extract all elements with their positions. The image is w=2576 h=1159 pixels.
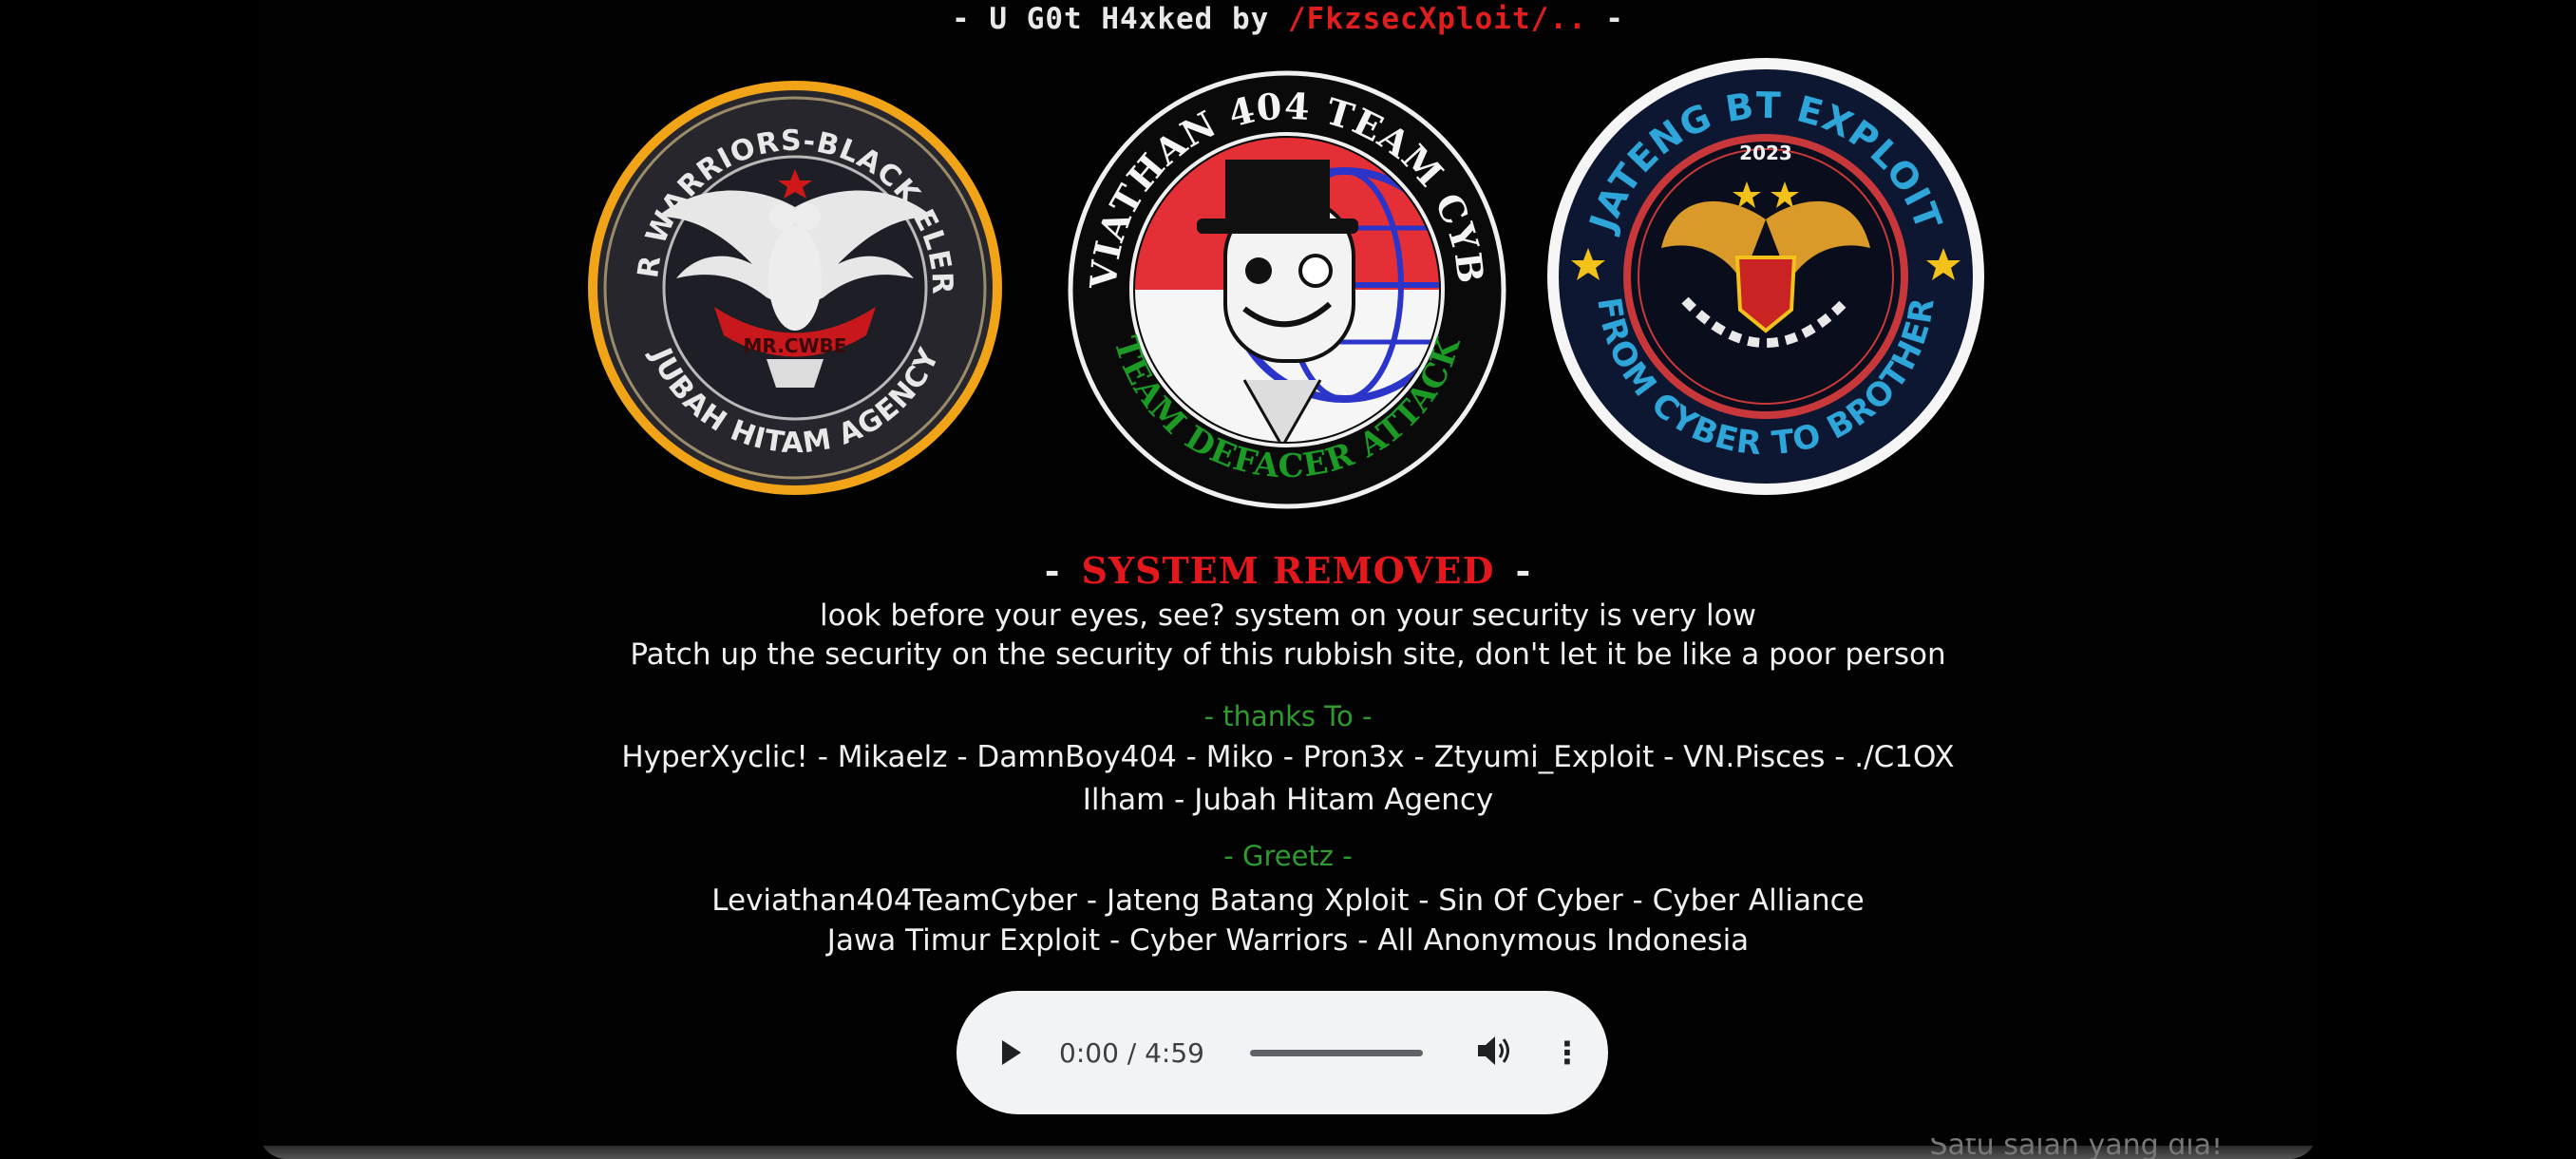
- audio-player[interactable]: 0:00 / 4:59 ⋮: [957, 991, 1608, 1114]
- headline-dash-right: -: [1515, 549, 1532, 592]
- greetz-heading: - Greetz -: [1223, 840, 1353, 872]
- audio-time: 0:00 / 4:59: [1059, 1036, 1204, 1069]
- deface-title: - U G0t H4xked by /FkzsecXploit/.. -: [258, 2, 2318, 36]
- greetz-line-1: Leviathan404TeamCyber - Jateng Batang Xp…: [711, 884, 1865, 918]
- thanks-line-2: Ilham - Jubah Hitam Agency: [1082, 783, 1494, 817]
- headline-dash-left: -: [1044, 549, 1061, 592]
- message-line-2: Patch up the security on the security of…: [630, 637, 1946, 672]
- leviathan-404-logo: LEVIATHAN 404 TEAM CYBER TEAM DEFACER AT…: [1064, 66, 1510, 513]
- logo1-ribbon-text: MR.CWBE: [744, 334, 847, 357]
- logo3-year: 2023: [1739, 142, 1792, 164]
- jateng-bt-exploit-logo: JATENG BT EXPLOIT FROM CYBER TO BROTHER …: [1543, 53, 1989, 500]
- title-suffix: -: [1586, 2, 1624, 36]
- audio-progress-track[interactable]: [1250, 1049, 1423, 1056]
- cyber-warriors-logo: CYBER WARRIORS-BLACK ELERONE JUBAH HITAM…: [581, 74, 1009, 502]
- thanks-line-1: HyperXyclic! - Mikaelz - DamnBoy404 - Mi…: [621, 740, 1955, 774]
- more-options-icon[interactable]: ⋮: [1552, 1037, 1582, 1068]
- title-prefix: - U G0t H4xked by: [952, 2, 1288, 36]
- defaced-page: - U G0t H4xked by /FkzsecXploit/.. - CYB…: [258, 0, 2318, 1159]
- system-removed-text: SYSTEM REMOVED: [1081, 549, 1495, 592]
- greetz-line-2: Jawa Timur Exploit - Cyber Warriors - Al…: [826, 923, 1750, 958]
- volume-icon[interactable]: [1476, 1034, 1514, 1072]
- thanks-heading: - thanks To -: [1203, 700, 1373, 732]
- play-icon[interactable]: [1002, 1040, 1021, 1065]
- headline: - SYSTEM REMOVED -: [258, 549, 2318, 592]
- message-line-1: look before your eyes, see? system on yo…: [820, 598, 1756, 633]
- hacker-alias: /FkzsecXploit/..: [1288, 2, 1587, 36]
- marquee-text: Satu salah yang dia!: [1929, 1138, 2223, 1159]
